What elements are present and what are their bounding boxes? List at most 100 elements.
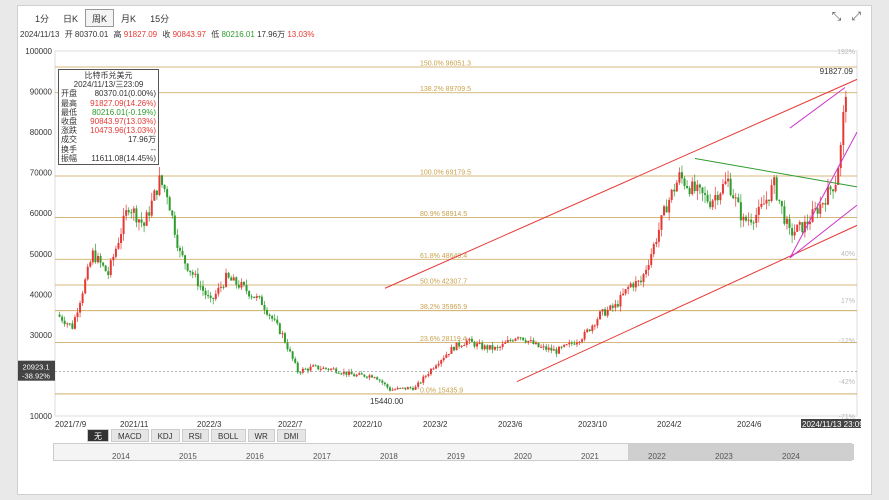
navigator-year-label: 2017 (313, 452, 331, 461)
tab-weekly[interactable]: 周K (85, 9, 115, 27)
navigator-year-label: 2016 (246, 452, 264, 461)
candle-body (519, 337, 522, 339)
candle-body (158, 175, 161, 195)
candle-body (534, 342, 537, 345)
indicator-tab-wr[interactable]: WR (247, 429, 275, 442)
candle-body (217, 287, 220, 294)
candle-body (222, 286, 225, 288)
candle-body (442, 357, 445, 361)
candle-body (491, 345, 494, 350)
candle-body (711, 200, 714, 208)
candle-body (125, 210, 128, 216)
candle-body (540, 346, 543, 348)
candle-body (109, 260, 112, 276)
expand-icon[interactable]: ⤢ (851, 9, 861, 24)
x-tick-label: 2024/11/13 23:09 (802, 420, 864, 428)
range-navigator[interactable]: 2014 2015 2016 2017 2018 2019 2020 2021 2022 2023… (53, 443, 854, 461)
candle-body (450, 347, 453, 354)
indicator-tab-boll[interactable]: BOLL (211, 429, 246, 442)
tooltip-row: 振幅 11611.08(14.45%) (61, 154, 156, 163)
candle-body (691, 181, 694, 195)
candle-body (332, 368, 335, 370)
y-tick-label: 80000 (30, 128, 53, 137)
candle-body (314, 365, 317, 367)
candle-body (289, 349, 292, 352)
candle-body (307, 368, 310, 371)
tooltip-row: 最低 80216.01(-0.19%) (61, 108, 156, 117)
candle-body (476, 343, 479, 347)
y-tick-label: 50000 (30, 250, 53, 259)
candle-body (130, 212, 133, 214)
candle-body (570, 342, 573, 344)
candle-body (709, 201, 712, 208)
candle-body (832, 189, 835, 192)
indicator-tab-rsi[interactable]: RSI (181, 429, 210, 442)
tooltip-row-label: 开盘 (61, 89, 77, 99)
candle-body (437, 363, 440, 366)
tab-1min[interactable]: 1分 (28, 9, 56, 27)
tab-15min[interactable]: 15分 (143, 9, 176, 27)
candle-body (399, 387, 402, 389)
candle-body (278, 323, 281, 334)
candle-body (463, 344, 466, 346)
x-tick-label: 2021/11 (120, 420, 149, 428)
candle-body (624, 289, 627, 294)
candle-body (214, 293, 217, 299)
indicator-tab-无[interactable]: 无 (87, 429, 109, 442)
candle-body (693, 181, 696, 192)
candle-body (440, 360, 443, 364)
candle-body (524, 340, 527, 343)
candle-body (409, 387, 412, 389)
candle-body (527, 340, 530, 343)
tooltip-row: 收盘 90843.97(13.03%) (61, 117, 156, 126)
x-tick-label: 2021/7/9 (55, 420, 87, 428)
x-tick-label: 2024/2 (657, 420, 682, 428)
candle-body (376, 377, 379, 380)
candle-body (668, 199, 671, 213)
candle-body (96, 256, 99, 263)
candle-body (266, 309, 269, 315)
candle-body (422, 376, 425, 383)
candle-body (286, 342, 289, 350)
pct-tick-label: 192% (837, 49, 855, 56)
candle-body (273, 318, 276, 320)
indicator-tab-macd[interactable]: MACD (111, 429, 149, 442)
candle-body (481, 342, 484, 350)
min-label: 15440.00 (370, 397, 404, 406)
y-tick-label: 60000 (30, 209, 53, 218)
navigator-year-label: 2015 (179, 452, 197, 461)
y-tick-label: 70000 (30, 169, 53, 178)
candle-body (704, 193, 707, 195)
tooltip-row-label: 收盘 (61, 117, 77, 127)
x-tick-label: 2022/7 (278, 420, 303, 428)
candle-body (468, 338, 471, 341)
candle-body (511, 340, 514, 342)
candle-body (801, 222, 804, 233)
candle-body (737, 197, 740, 203)
candle-body (245, 284, 248, 292)
candle-body (84, 279, 87, 294)
tooltip-row-label: 振幅 (61, 153, 77, 163)
candle-body (655, 241, 658, 245)
pct-tick-label: 40% (841, 251, 855, 258)
candle-body (824, 203, 827, 205)
candle-body (483, 345, 486, 350)
candle-body (727, 178, 730, 182)
candle-body (317, 365, 320, 370)
candle-body (132, 208, 135, 213)
candle-body (496, 347, 499, 349)
candle-body (68, 323, 71, 325)
indicator-tab-dmi[interactable]: DMI (276, 429, 306, 442)
tab-daily[interactable]: 日K (56, 9, 85, 27)
candle-body (386, 384, 389, 388)
shrink-icon[interactable]: ⤡ (832, 9, 842, 24)
indicator-tab-kdj[interactable]: KDJ (150, 429, 180, 442)
candle-body (276, 319, 279, 324)
candle-body (501, 343, 504, 347)
candle-body (632, 283, 635, 288)
candle-body (99, 256, 102, 263)
candle-body (227, 272, 230, 278)
candle-body (586, 329, 589, 332)
candle-body (363, 374, 366, 377)
tab-monthly[interactable]: 月K (114, 9, 143, 27)
